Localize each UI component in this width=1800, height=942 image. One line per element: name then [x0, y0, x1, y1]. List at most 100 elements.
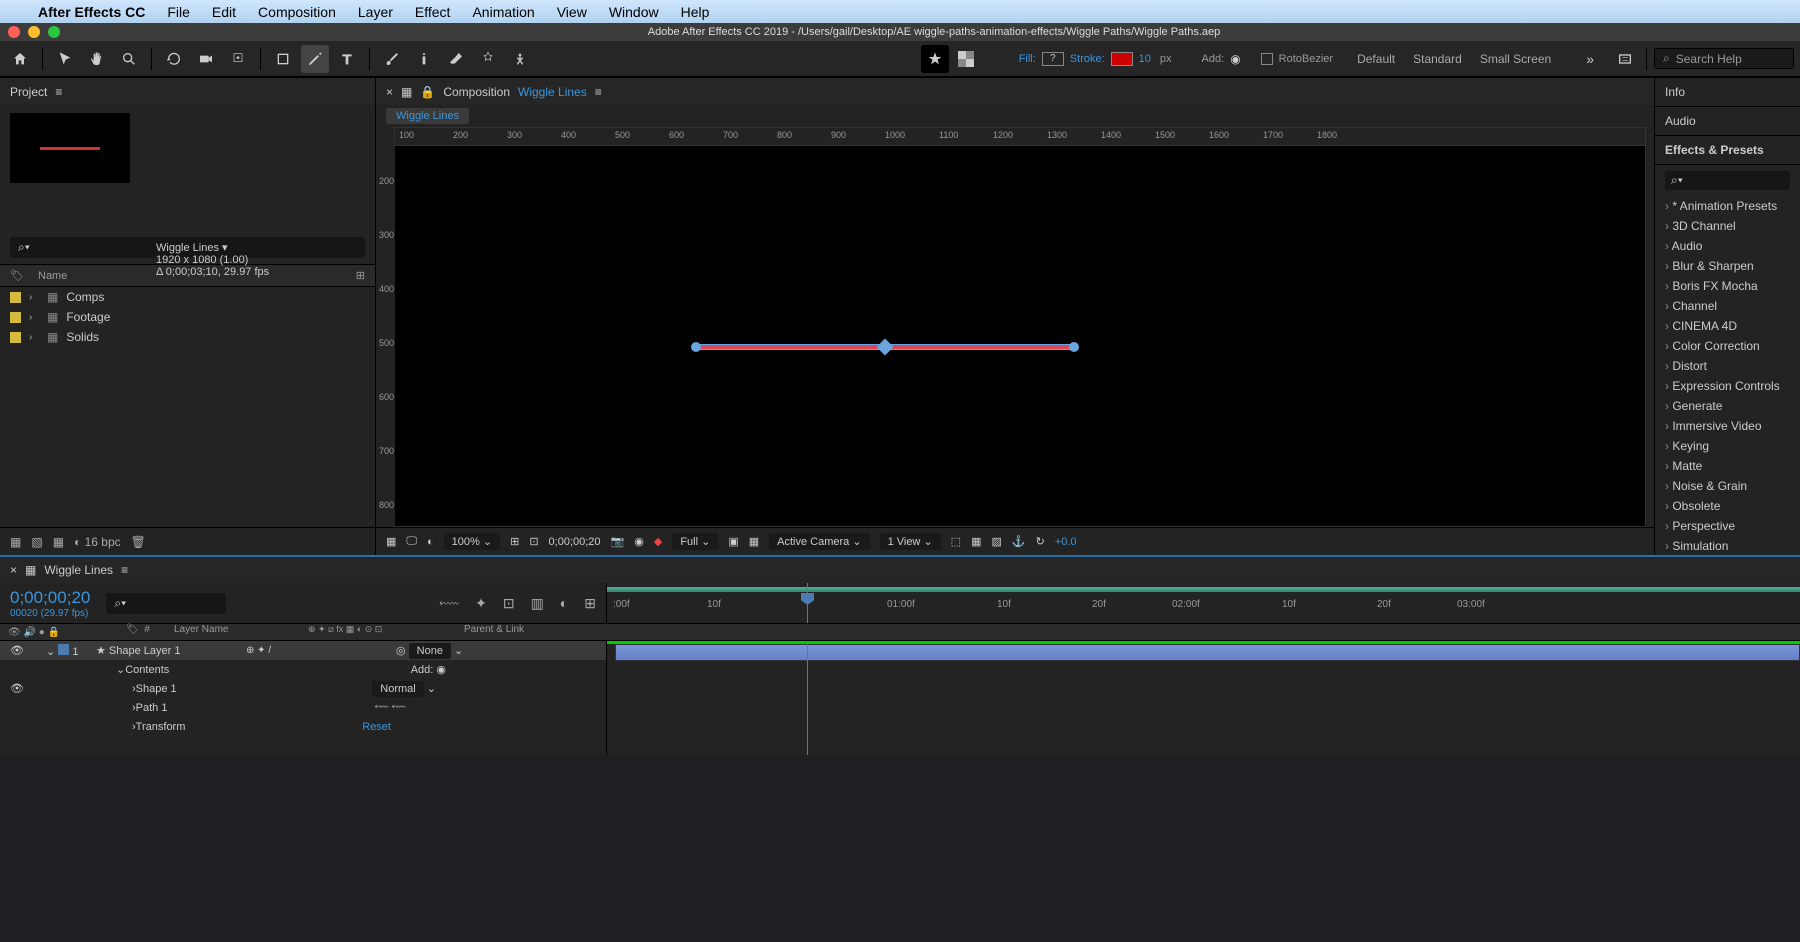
layer-transform[interactable]: › Transform Reset [0, 717, 606, 736]
fx-keying[interactable]: Keying [1655, 436, 1800, 456]
close-tab-icon[interactable]: × [386, 85, 393, 99]
roi-icon[interactable]: ▣ [728, 535, 738, 548]
composition-viewer[interactable]: 1002003004005006007008009001000110012001… [394, 127, 1646, 527]
orbit-tool[interactable] [160, 45, 188, 73]
track-playhead[interactable] [807, 641, 808, 755]
new-folder-icon[interactable]: ▦ [53, 535, 64, 549]
star-icon[interactable] [921, 45, 949, 73]
menu-composition[interactable]: Composition [258, 4, 336, 20]
mask-icon[interactable]: ◐ [427, 536, 434, 548]
visibility-icon[interactable]: 👁 [0, 644, 36, 657]
fill-swatch[interactable]: ? [1042, 52, 1064, 66]
fill-label[interactable]: Fill: [1019, 53, 1036, 65]
panel-menu-icon[interactable]: ≡ [595, 85, 602, 99]
search-help[interactable]: ⌕ Search Help [1654, 48, 1794, 69]
shape-path[interactable] [695, 344, 1075, 350]
timeline-search[interactable]: ⌕▾ [106, 593, 226, 614]
workspace-more-icon[interactable]: » [1586, 51, 1594, 67]
zoom-dropdown[interactable]: 100% ⌄ [444, 533, 500, 550]
comp-link[interactable]: Wiggle Lines [518, 85, 587, 99]
exposure-reset-icon[interactable]: ↻ [1036, 535, 1045, 548]
menu-effect[interactable]: Effect [415, 4, 451, 20]
fx-blur[interactable]: Blur & Sharpen [1655, 256, 1800, 276]
layer-path1[interactable]: › Path 1 ⬳ ⬳ [0, 698, 606, 717]
rotobezier-label[interactable]: RotoBezier [1279, 53, 1333, 65]
menu-file[interactable]: File [167, 4, 190, 20]
clone-tool[interactable] [410, 45, 438, 73]
layer-contents[interactable]: ⌄ Contents Add: ◉ [0, 660, 606, 679]
folder-solids[interactable]: ›▦Solids [0, 327, 375, 347]
timeline-tracks[interactable] [606, 641, 1800, 755]
fx-channel[interactable]: Channel [1655, 296, 1800, 316]
trash-icon[interactable]: 🗑 [131, 535, 146, 549]
grid-icon[interactable]: ⊞ [510, 535, 519, 548]
timeline-tab[interactable]: Wiggle Lines [44, 563, 113, 577]
color-icon[interactable]: ◆ [654, 535, 662, 548]
flowchart-tab[interactable]: Wiggle Lines [386, 108, 469, 124]
flowchart-icon[interactable]: ⊞ [356, 269, 365, 282]
fx-animation-presets[interactable]: * Animation Presets [1655, 196, 1800, 216]
roto-tool[interactable] [474, 45, 502, 73]
fx-expression[interactable]: Expression Controls [1655, 376, 1800, 396]
hand-tool[interactable] [83, 45, 111, 73]
shy-icon[interactable]: ⊡ [503, 595, 515, 612]
anchor-point-icon[interactable] [877, 339, 894, 356]
sync-icon[interactable] [1611, 45, 1639, 73]
frame-blend-icon[interactable]: ▥ [531, 595, 544, 612]
fx-immersive[interactable]: Immersive Video [1655, 416, 1800, 436]
view-dropdown[interactable]: 1 View ⌄ [880, 533, 941, 550]
checker-icon[interactable] [952, 45, 980, 73]
exposure-value[interactable]: +0.0 [1055, 536, 1077, 548]
rotobezier-checkbox[interactable] [1261, 53, 1273, 65]
fx-3d-channel[interactable]: 3D Channel [1655, 216, 1800, 236]
project-title[interactable]: Project [10, 85, 47, 99]
fx-color[interactable]: Color Correction [1655, 336, 1800, 356]
home-button[interactable] [6, 45, 34, 73]
minimize-icon[interactable] [28, 26, 40, 38]
time-ruler[interactable]: :00f 10f 01:00f 10f 20f 02:00f 10f 20f 0… [606, 583, 1800, 623]
stroke-swatch[interactable] [1111, 52, 1133, 66]
folder-footage[interactable]: ›▦Footage [0, 307, 375, 327]
fx-distort[interactable]: Distort [1655, 356, 1800, 376]
renderer-icon[interactable]: ▦ [971, 535, 981, 548]
zoom-icon[interactable] [48, 26, 60, 38]
fx-noise[interactable]: Noise & Grain [1655, 476, 1800, 496]
close-icon[interactable] [8, 26, 20, 38]
resolution-dropdown[interactable]: Full ⌄ [672, 533, 718, 550]
menu-animation[interactable]: Animation [472, 4, 534, 20]
fx-perspective[interactable]: Perspective [1655, 516, 1800, 536]
anchor-tool[interactable] [224, 45, 252, 73]
channel-icon[interactable]: ◉ [634, 535, 644, 548]
transparency-icon[interactable]: ▦ [749, 535, 759, 548]
audio-panel[interactable]: Audio [1655, 107, 1800, 136]
fx-matte[interactable]: Matte [1655, 456, 1800, 476]
layer-shape-1[interactable]: 👁 ⌄ 1 ★ Shape Layer 1 ⊕ ✦ / ◎ None ⌄ [0, 641, 606, 660]
menu-edit[interactable]: Edit [212, 4, 236, 20]
brush-tool[interactable] [378, 45, 406, 73]
selection-tool[interactable] [51, 45, 79, 73]
comp-mini-flowchart-icon[interactable]: ⬳ [439, 595, 459, 612]
fast-preview-icon[interactable]: ⚓ [1012, 535, 1026, 548]
playhead[interactable] [807, 583, 808, 623]
lock-icon[interactable]: 🔒 [420, 85, 435, 99]
panel-menu-icon[interactable]: ≡ [121, 563, 128, 577]
comp-name[interactable]: Wiggle Lines ▾ [156, 241, 269, 254]
panel-menu-icon[interactable]: ≡ [55, 85, 62, 99]
interpret-icon[interactable]: ▦ [10, 535, 21, 549]
fx-c4d[interactable]: CINEMA 4D [1655, 316, 1800, 336]
reset-button[interactable]: Reset [362, 721, 391, 733]
close-tab-icon[interactable]: × [10, 563, 17, 577]
comp-thumbnail[interactable] [10, 113, 130, 183]
text-tool[interactable] [333, 45, 361, 73]
motion-blur-icon[interactable]: ◐ [560, 595, 568, 612]
alpha-icon[interactable]: ▦ [386, 535, 396, 548]
draft3d-icon[interactable]: ✦ [475, 595, 487, 612]
shape-tool[interactable] [269, 45, 297, 73]
workspace-small-screen[interactable]: Small Screen [1480, 52, 1551, 66]
eraser-tool[interactable] [442, 45, 470, 73]
effects-search[interactable]: ⌕▾ [1665, 171, 1790, 190]
snapshot-icon[interactable]: 📷 [611, 535, 625, 548]
stroke-width[interactable]: 10 [1139, 53, 1151, 65]
folder-comps[interactable]: ›▦Comps [0, 287, 375, 307]
effects-presets-panel[interactable]: Effects & Presets [1655, 136, 1800, 165]
